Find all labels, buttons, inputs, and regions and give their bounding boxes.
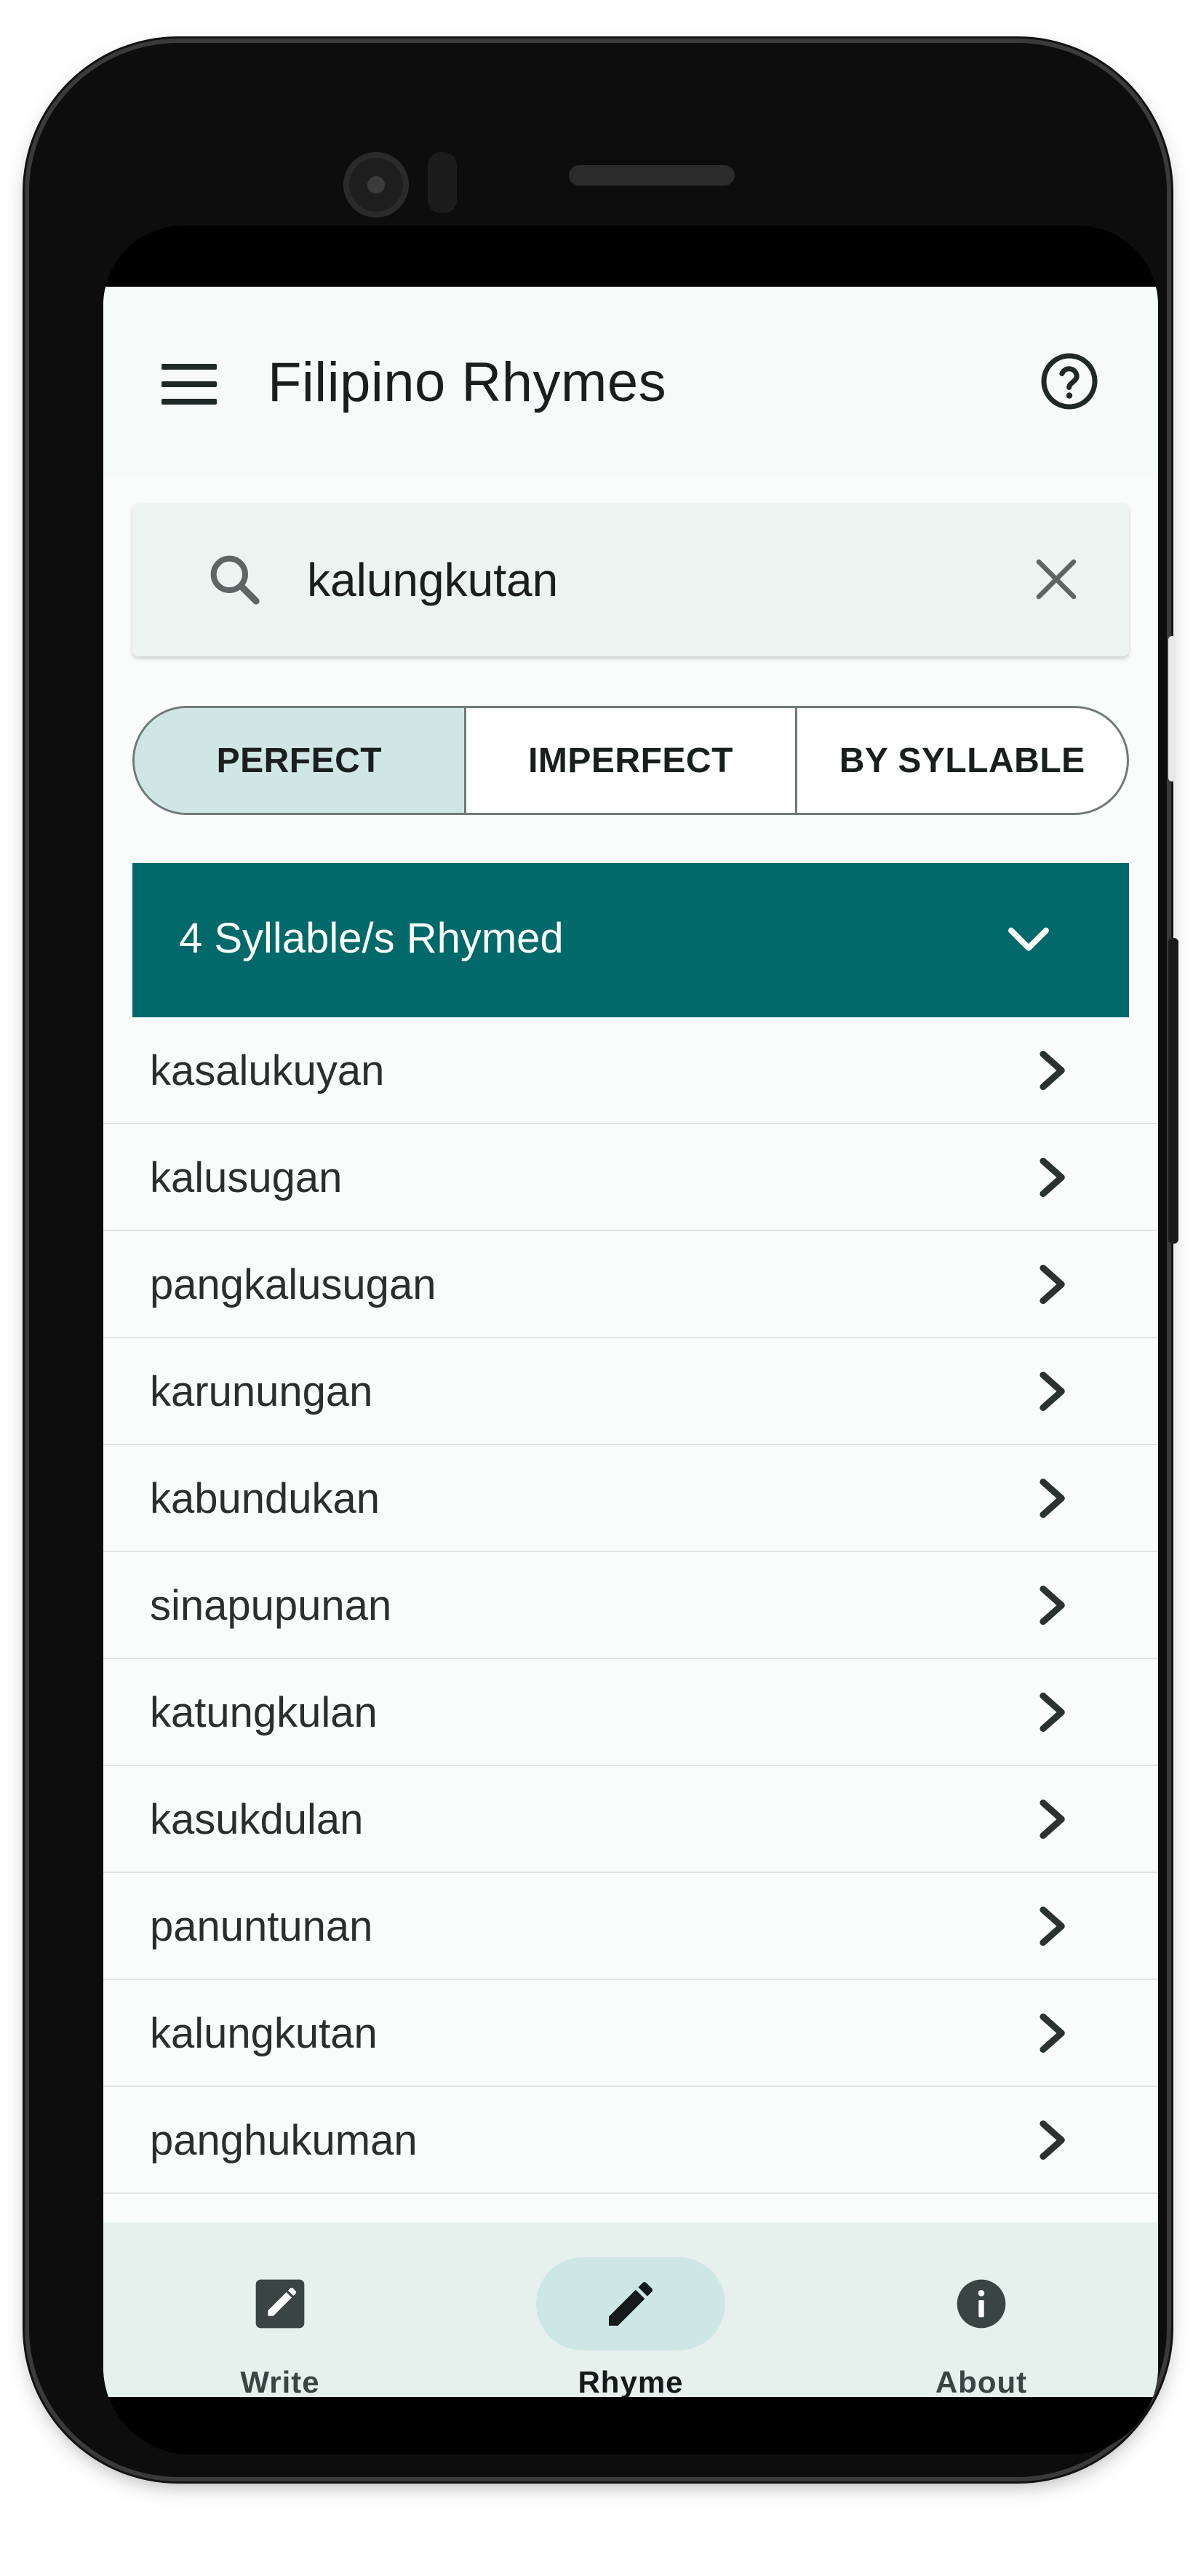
nav-about-label: About [935,2365,1028,2397]
side-button-power [1168,938,1178,1244]
list-item-label: panuntunan [150,1903,373,1950]
list-item-label: kasalukuyan [150,1047,385,1094]
list-item[interactable]: pangkalusugan [103,1231,1158,1338]
list-item-label: karunungan [150,1368,373,1415]
list-item[interactable]: panuntunan [103,1873,1158,1980]
help-circle-icon[interactable] [1039,351,1100,412]
chevron-right-icon [1040,1050,1065,1091]
nav-write[interactable]: Write [105,2222,455,2397]
search-icon[interactable] [205,550,263,608]
phone-frame: Filipino Rhymes kalungkutan PERFECT IMPE… [29,43,1178,2477]
nav-about[interactable]: About [807,2222,1156,2397]
chevron-right-icon [1040,1585,1065,1626]
close-icon[interactable] [1030,553,1082,605]
front-camera [343,152,409,218]
nav-rhyme-label: Rhyme [578,2365,684,2397]
earpiece-speaker [569,165,735,186]
tab-imperfect[interactable]: IMPERFECT [463,708,796,813]
syllable-group-header[interactable]: 4 Syllable/s Rhymed [132,863,1129,1017]
syllable-group-label: 4 Syllable/s Rhymed [179,915,564,962]
chevron-right-icon [1040,1906,1065,1947]
rhyme-results-list: kasalukuyan kalusugan pangkalusugan karu… [103,1017,1158,2194]
list-item-label: kasukdulan [150,1796,364,1843]
chevron-right-icon [1040,1799,1065,1840]
list-item-label: pangkalusugan [150,1261,436,1308]
chevron-down-icon[interactable] [1005,920,1052,961]
app-title: Filipino Rhymes [268,351,667,413]
list-item[interactable]: kalungkutan [103,1980,1158,2087]
list-item[interactable]: kalusugan [103,1124,1158,1231]
chevron-right-icon [1040,1692,1065,1733]
side-button-top [1168,636,1176,782]
top-app-bar: Filipino Rhymes [103,287,1158,474]
menu-icon[interactable] [161,364,217,405]
list-item[interactable]: sinapupunan [103,1552,1158,1659]
chevron-right-icon [1040,2120,1065,2160]
nav-rhyme[interactable]: Rhyme [456,2222,805,2397]
list-item[interactable]: kabundukan [103,1445,1158,1552]
nav-write-label: Write [240,2365,320,2397]
search-input[interactable] [307,540,962,620]
list-item[interactable]: karunungan [103,1338,1158,1445]
pencil-icon [609,2281,653,2326]
chevron-right-icon [1040,1157,1065,1198]
bottom-navigation: Write Rhyme About [103,2222,1158,2397]
list-item-label: katungkulan [150,1689,378,1736]
info-icon [957,2279,1006,2329]
chevron-right-icon [1040,1264,1065,1305]
list-item[interactable]: kasukdulan [103,1766,1158,1873]
chevron-right-icon [1040,1371,1065,1412]
list-item-label: kabundukan [150,1475,380,1522]
list-item[interactable]: kasalukuyan [103,1017,1158,1124]
list-item-label: sinapupunan [150,1582,392,1629]
chevron-right-icon [1040,1478,1065,1519]
list-item-label: panghukuman [150,2117,418,2164]
tab-perfect[interactable]: PERFECT [135,708,464,813]
list-item-label: kalusugan [150,1154,343,1201]
rhyme-mode-tabs: PERFECT IMPERFECT BY SYLLABLE [132,706,1129,815]
proximity-sensor [428,152,457,213]
chevron-right-icon [1040,2013,1065,2054]
edit-square-icon [255,2279,305,2329]
tab-by-syllable[interactable]: BY SYLLABLE [795,708,1127,813]
list-item[interactable]: katungkulan [103,1659,1158,1766]
search-bar [132,504,1129,656]
screen: Filipino Rhymes kalungkutan PERFECT IMPE… [103,226,1158,2454]
list-item-label: kalungkutan [150,2010,378,2057]
list-item[interactable]: panghukuman [103,2087,1158,2194]
app-window: Filipino Rhymes kalungkutan PERFECT IMPE… [103,287,1158,2397]
